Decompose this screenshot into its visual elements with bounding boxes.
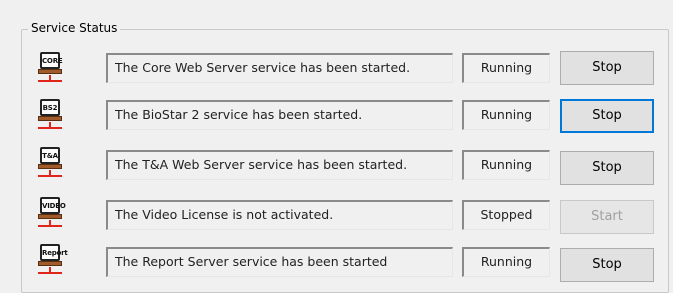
group-title: Service Status bbox=[28, 20, 121, 37]
service-status: Running bbox=[462, 247, 550, 277]
service-message: The BioStar 2 service has been started. bbox=[106, 100, 453, 130]
service-row-core: CORE The Core Web Server service has bee… bbox=[0, 46, 673, 94]
service-row-report: Report The Report Server service has bee… bbox=[0, 238, 673, 286]
icon-badge: T&A bbox=[42, 152, 58, 160]
stop-button-biostar2[interactable]: Stop bbox=[560, 99, 654, 133]
stop-button-ta[interactable]: Stop bbox=[560, 151, 654, 185]
service-message: The Video License is not activated. bbox=[106, 200, 453, 230]
start-button-video[interactable]: Start bbox=[560, 200, 654, 234]
stop-button-core[interactable]: Stop bbox=[560, 51, 654, 85]
video-server-icon: VIDEO bbox=[38, 197, 66, 233]
service-row-ta: T&A The T&A Web Server service has been … bbox=[0, 141, 673, 189]
icon-badge: BS2 bbox=[42, 104, 58, 112]
service-row-video: VIDEO The Video License is not activated… bbox=[0, 191, 673, 239]
icon-badge: VIDEO bbox=[42, 202, 66, 210]
stop-button-report[interactable]: Stop bbox=[560, 248, 654, 282]
biostar2-server-icon: BS2 bbox=[38, 99, 66, 135]
service-status: Running bbox=[462, 100, 550, 130]
service-message: The T&A Web Server service has been star… bbox=[106, 150, 453, 180]
report-server-icon: Report bbox=[38, 244, 68, 280]
service-status: Running bbox=[462, 150, 550, 180]
ta-server-icon: T&A bbox=[38, 147, 66, 183]
icon-badge: CORE bbox=[42, 57, 63, 65]
service-status: Stopped bbox=[462, 200, 550, 230]
service-status: Running bbox=[462, 53, 550, 83]
service-message: The Core Web Server service has been sta… bbox=[106, 53, 453, 83]
core-server-icon: CORE bbox=[38, 52, 66, 88]
icon-badge: Report bbox=[42, 249, 68, 257]
service-message: The Report Server service has been start… bbox=[106, 247, 453, 277]
service-row-biostar2: BS2 The BioStar 2 service has been start… bbox=[0, 93, 673, 141]
